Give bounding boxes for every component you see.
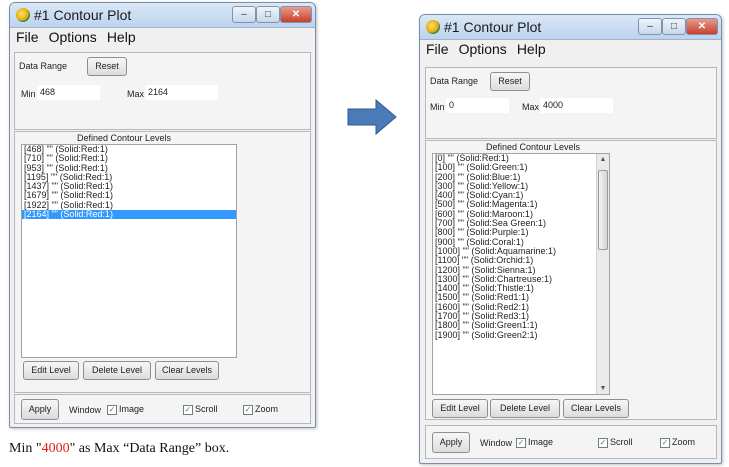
checkmark-icon: ✓ [183,404,193,415]
bottom-bar: Apply Window ✓ Image ✓ Scroll ✓ Zoom [14,394,311,424]
edit-level-button[interactable]: Edit Level [432,399,488,418]
caption-prefix: Min " [9,441,42,456]
zoom-label: Zoom [255,404,279,414]
image-checkbox[interactable]: ✓ Image [107,404,144,415]
bottom-bar: Apply Window ✓ Image ✓ Scroll ✓ Zoom [425,425,717,459]
max-label: Max [522,102,540,112]
window-title: #1 Contour Plot [444,19,542,35]
maximize-icon[interactable]: □ [256,6,280,23]
scroll-checkbox[interactable]: ✓ Scroll [183,404,218,415]
min-field[interactable]: 0 [446,98,509,113]
close-icon[interactable]: ✕ [686,18,718,35]
min-field[interactable]: 468 [37,85,100,100]
checkmark-icon: ✓ [107,404,117,415]
edit-level-button[interactable]: Edit Level [23,361,79,380]
checkmark-icon: ✓ [516,437,526,448]
levels-heading: Defined Contour Levels [77,133,172,143]
apply-button[interactable]: Apply [432,432,470,453]
data-range-label: Data Range [430,76,479,86]
max-label: Max [127,89,145,99]
menu-file[interactable]: File [10,28,43,45]
contour-levels-panel: Defined Contour Levels [468] "" (Solid:R… [14,131,311,393]
window-label: Window [480,438,513,448]
image-label: Image [528,437,554,447]
checkmark-icon: ✓ [598,437,608,448]
title-bar: #1 Contour Plot – □ ✕ [10,3,315,28]
contour-levels-list[interactable]: [468] "" (Solid:Red:1) [710] "" (Solid:R… [21,144,237,358]
levels-heading: Defined Contour Levels [486,142,581,152]
list-item[interactable]: [1900] "" (Solid:Green2:1) [433,330,609,340]
data-range-panel: Data Range Reset Min 0 Max 4000 [425,67,717,139]
caption-text: Min "4000" as Max “Data Range” box. [9,441,229,457]
menu-bar: File Options Help [420,40,721,60]
max-field[interactable]: 2164 [145,85,218,100]
zoom-checkbox[interactable]: ✓ Zoom [660,437,695,448]
data-range-label: Data Range [19,61,68,71]
scroll-label: Scroll [610,437,633,447]
data-range-panel: Data Range Reset Min 468 Max 2164 [14,52,311,130]
menu-options[interactable]: Options [43,28,101,45]
scroll-label: Scroll [195,404,218,414]
menu-options[interactable]: Options [453,40,511,57]
min-label: Min [430,102,445,112]
maximize-icon[interactable]: □ [662,18,686,35]
list-scrollbar[interactable]: ▲ ▼ [596,154,609,394]
reset-button[interactable]: Reset [490,72,530,91]
image-checkbox[interactable]: ✓ Image [516,437,553,448]
window-title: #1 Contour Plot [34,7,132,23]
right-arrow-icon [347,98,397,136]
checkmark-icon: ✓ [660,437,670,448]
caption-value: 4000 [41,441,70,456]
reset-button[interactable]: Reset [87,57,127,76]
menu-bar: File Options Help [10,28,315,48]
close-icon[interactable]: ✕ [280,6,312,23]
list-item-selected[interactable]: [2164] "" (Solid:Red:1) [22,209,236,220]
max-field[interactable]: 4000 [540,98,613,113]
contour-levels-list[interactable]: [0] "" (Solid:Red:1) [100] "" (Solid:Gre… [432,153,610,395]
minimize-icon[interactable]: – [232,6,256,23]
scroll-checkbox[interactable]: ✓ Scroll [598,437,633,448]
left-contour-window: #1 Contour Plot – □ ✕ File Options Help Da… [9,2,316,428]
right-contour-window: #1 Contour Plot – □ ✕ File Options Help Da… [419,14,722,464]
scroll-up-icon[interactable]: ▲ [597,156,609,163]
contour-levels-panel: Defined Contour Levels [0] "" (Solid:Red… [425,140,717,420]
title-bar: #1 Contour Plot – □ ✕ [420,15,721,40]
delete-level-button[interactable]: Delete Level [490,399,560,418]
zoom-label: Zoom [672,437,696,447]
caption-suffix: " as Max “Data Range” box. [69,441,230,456]
window-label: Window [69,405,102,415]
clear-levels-button[interactable]: Clear Levels [155,361,219,380]
clear-levels-button[interactable]: Clear Levels [563,399,629,418]
scrollbar-thumb[interactable] [598,170,608,250]
menu-help[interactable]: Help [101,28,140,45]
app-icon [426,20,440,34]
min-label: Min [21,89,36,99]
app-icon [16,8,30,22]
apply-button[interactable]: Apply [21,399,59,420]
scroll-down-icon[interactable]: ▼ [597,385,609,392]
delete-level-button[interactable]: Delete Level [83,361,151,380]
checkmark-icon: ✓ [243,404,253,415]
zoom-checkbox[interactable]: ✓ Zoom [243,404,278,415]
menu-file[interactable]: File [420,40,453,57]
minimize-icon[interactable]: – [638,18,662,35]
menu-help[interactable]: Help [511,40,550,57]
image-label: Image [119,404,145,414]
